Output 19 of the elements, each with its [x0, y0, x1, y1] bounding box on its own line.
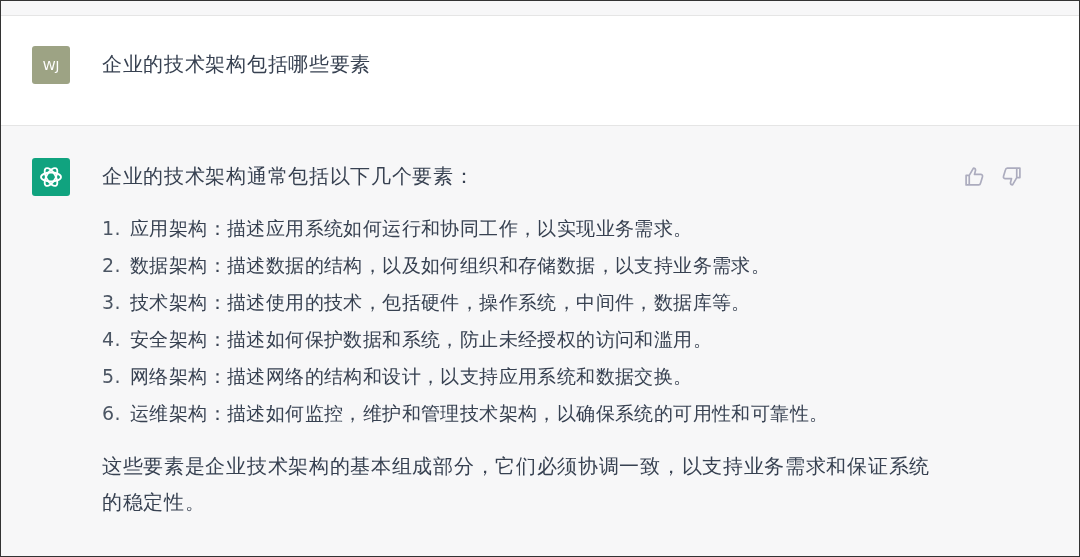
user-avatar: WJ [32, 46, 70, 84]
list-number: 6. [102, 401, 122, 426]
list-number: 1. [102, 216, 122, 241]
thumbs-down-icon[interactable] [1001, 166, 1022, 187]
list-item-text: 网络架构：描述网络的结构和设计，以支持应用系统和数据交换。 [130, 364, 693, 389]
thumbs-up-icon[interactable] [964, 166, 985, 187]
list-item-text: 运维架构：描述如何监控，维护和管理技术架构，以确保系统的可用性和可靠性。 [130, 401, 829, 426]
list-item-text: 安全架构：描述如何保护数据和系统，防止未经授权的访问和滥用。 [130, 327, 712, 352]
list-item-text: 应用架构：描述应用系统如何运行和协同工作，以实现业务需求。 [130, 216, 693, 241]
assistant-avatar-icon [32, 158, 70, 196]
user-message: 企业的技术架构包括哪些要素 [102, 51, 373, 78]
answer-intro: 企业的技术架构通常包括以下几个要素： [102, 163, 476, 190]
list-number: 2. [102, 253, 122, 278]
list-number: 3. [102, 290, 122, 315]
list-item-text: 数据架构：描述数据的结构，以及如何组织和存储数据，以支持业务需求。 [130, 253, 771, 278]
list-item-text: 技术架构：描述使用的技术，包括硬件，操作系统，中间件，数据库等。 [130, 290, 751, 315]
list-number: 4. [102, 327, 122, 352]
answer-conclusion: 这些要素是企业技术架构的基本组成部分，它们必须协调一致，以支持业务需求和保证系统的稳定性。 [102, 453, 931, 516]
list-number: 5. [102, 364, 122, 389]
